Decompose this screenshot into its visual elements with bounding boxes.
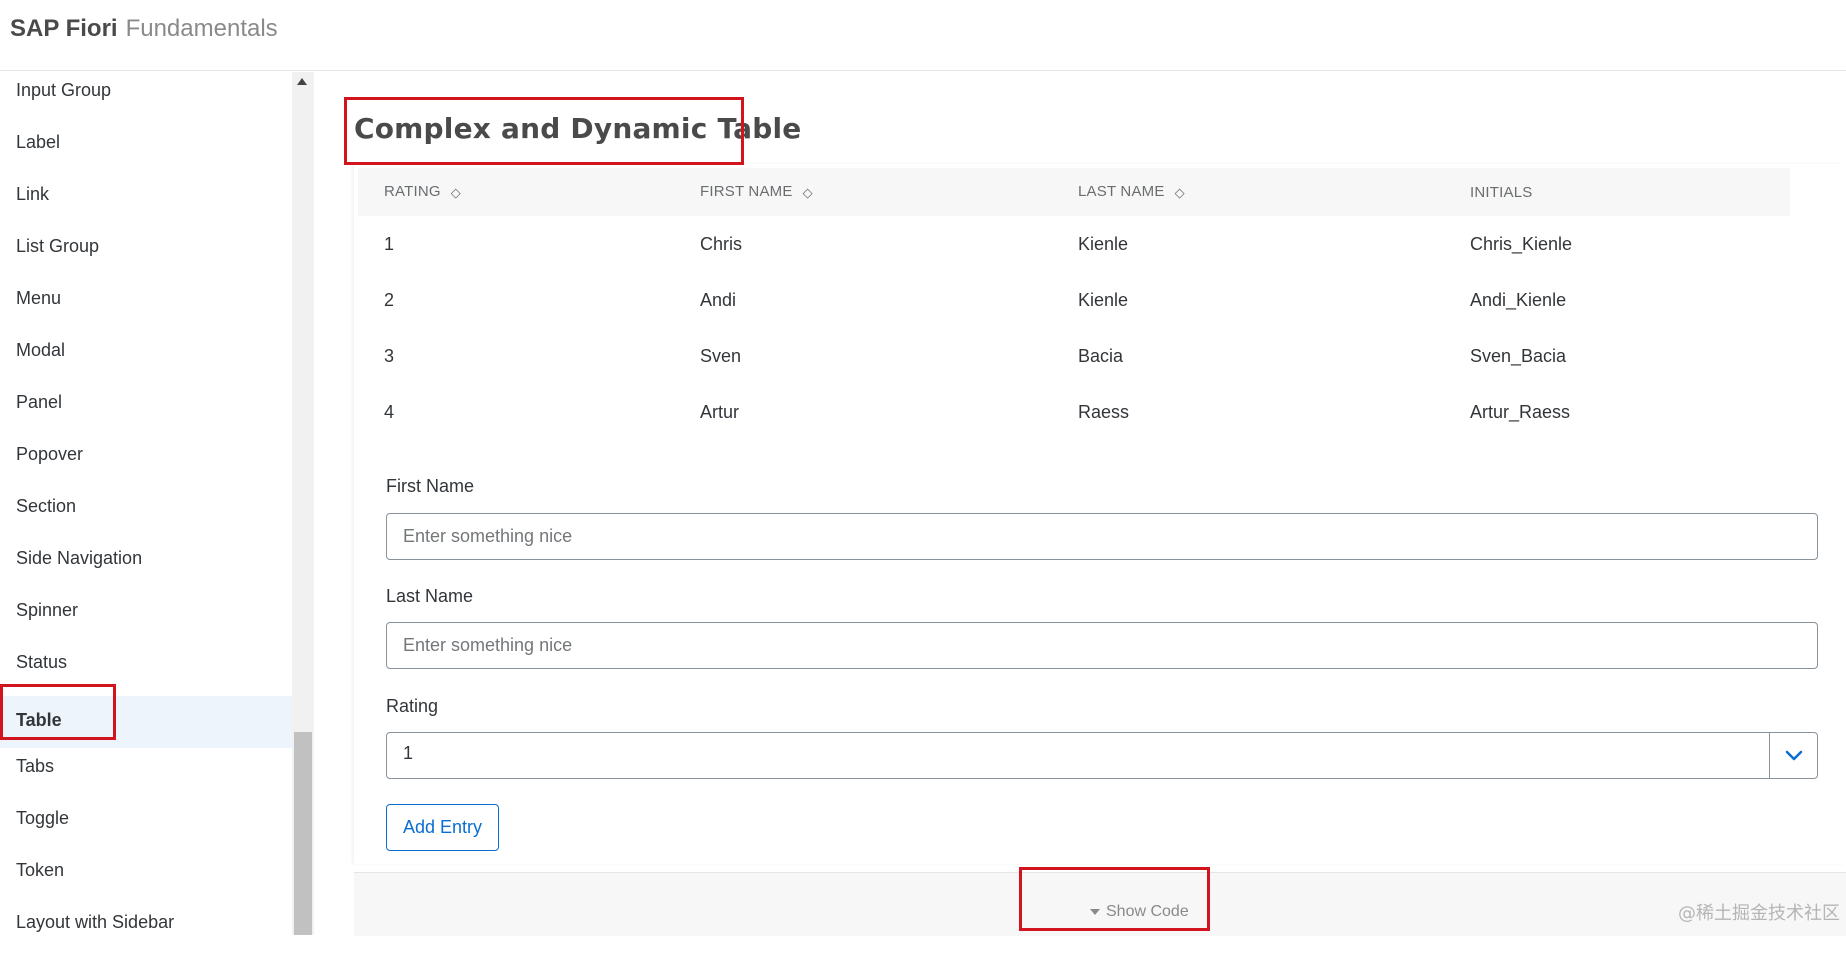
page-title: Complex and Dynamic Table xyxy=(354,112,802,145)
scrollbar-thumb[interactable] xyxy=(294,732,312,935)
scroll-up-arrow-icon[interactable] xyxy=(297,78,307,85)
sidebar-item-label[interactable]: Label xyxy=(0,124,292,176)
brand-name: SAP Fiori xyxy=(10,15,118,42)
code-footer: Show Code xyxy=(354,872,1846,936)
chevron-down-icon xyxy=(1785,750,1803,761)
table-cell-first-name: Chris xyxy=(700,233,743,254)
sort-icon[interactable]: ◇ xyxy=(1175,185,1185,201)
table-row: 4 Artur Raess Artur_Raess xyxy=(358,384,1790,440)
sidebar-item-status[interactable]: Status xyxy=(0,644,292,696)
table-cell-rating: 4 xyxy=(384,401,395,422)
column-header-first-name[interactable]: FIRST NAME ◇ xyxy=(674,168,1052,216)
sidebar-item-spinner[interactable]: Spinner xyxy=(0,592,292,644)
sidebar-item-tabs[interactable]: Tabs xyxy=(0,748,292,800)
last-name-label: Last Name xyxy=(386,586,474,606)
table-row: 3 Sven Bacia Sven_Bacia xyxy=(358,328,1790,384)
table-header-row: RATING ◇ FIRST NAME ◇ LAST NAME ◇ INITIALS xyxy=(358,168,1790,216)
last-name-input[interactable] xyxy=(386,622,1818,669)
sidebar-item-table[interactable]: Table xyxy=(0,696,292,748)
table-cell-rating: 1 xyxy=(384,233,395,254)
sort-icon[interactable]: ◇ xyxy=(451,185,461,201)
table-row: 1 Chris Kienle Chris_Kienle xyxy=(358,216,1790,272)
sidebar: Input Group Label Link List Group Menu M… xyxy=(0,72,292,935)
sidebar-item-panel[interactable]: Panel xyxy=(0,384,292,436)
brand-subtitle: Fundamentals xyxy=(125,15,278,42)
rating-label: Rating xyxy=(386,696,439,716)
table-cell-last-name: Bacia xyxy=(1078,345,1124,366)
show-code-toggle[interactable]: Show Code xyxy=(1090,903,1189,921)
table-cell-rating: 2 xyxy=(384,289,395,310)
sidebar-item-side-navigation[interactable]: Side Navigation xyxy=(0,540,292,592)
caret-down-icon xyxy=(1090,908,1100,915)
table-cell-initials: Andi_Kienle xyxy=(1470,289,1567,310)
sidebar-item-input-group[interactable]: Input Group xyxy=(0,72,292,124)
watermark: @稀土掘金技术社区 xyxy=(1678,903,1840,924)
brand: SAP Fiori Fundamentals xyxy=(10,14,278,44)
rating-dropdown-button[interactable] xyxy=(1769,733,1817,778)
sidebar-item-token[interactable]: Token xyxy=(0,852,292,904)
table-row: 2 Andi Kienle Andi_Kienle xyxy=(358,272,1790,328)
sort-icon[interactable]: ◇ xyxy=(803,185,813,201)
first-name-label: First Name xyxy=(386,476,475,496)
table-cell-first-name: Sven xyxy=(700,345,742,366)
data-table: RATING ◇ FIRST NAME ◇ LAST NAME ◇ INITIALS … xyxy=(358,168,1790,440)
sidebar-item-section[interactable]: Section xyxy=(0,488,292,540)
table-cell-initials: Sven_Bacia xyxy=(1470,345,1567,366)
table-cell-last-name: Raess xyxy=(1078,401,1130,422)
sidebar-item-layout-with-sidebar[interactable]: Layout with Sidebar xyxy=(0,904,292,956)
sidebar-item-list-group[interactable]: List Group xyxy=(0,228,292,280)
sidebar-item-menu[interactable]: Menu xyxy=(0,280,292,332)
table-cell-last-name: Kienle xyxy=(1078,289,1129,310)
column-header-label: LAST NAME xyxy=(1078,183,1165,201)
table-cell-first-name: Andi xyxy=(700,289,737,310)
rating-select-value: 1 xyxy=(403,743,414,763)
table-cell-initials: Artur_Raess xyxy=(1470,401,1571,422)
table-cell-rating: 3 xyxy=(384,345,395,366)
column-header-initials: INITIALS xyxy=(1444,168,1790,216)
show-code-label: Show Code xyxy=(1106,903,1189,920)
sidebar-scrollbar[interactable] xyxy=(292,72,314,935)
sidebar-item-modal[interactable]: Modal xyxy=(0,332,292,384)
table-cell-last-name: Kienle xyxy=(1078,233,1129,254)
table-cell-initials: Chris_Kienle xyxy=(1470,233,1573,254)
sidebar-item-link[interactable]: Link xyxy=(0,176,292,228)
main-content: Complex and Dynamic Table RATING ◇ FIRST … xyxy=(314,72,1846,936)
column-header-label: INITIALS xyxy=(1470,183,1533,201)
sidebar-item-popover[interactable]: Popover xyxy=(0,436,292,488)
column-header-last-name[interactable]: LAST NAME ◇ xyxy=(1052,168,1444,216)
column-header-label: FIRST NAME xyxy=(700,183,793,201)
table-cell-first-name: Artur xyxy=(700,401,740,422)
app-header: SAP Fiori Fundamentals xyxy=(0,0,1846,71)
column-header-rating[interactable]: RATING ◇ xyxy=(358,168,674,216)
add-entry-button[interactable]: Add Entry xyxy=(386,804,500,851)
column-header-label: RATING xyxy=(384,183,441,201)
rating-select[interactable]: 1 xyxy=(386,732,1818,779)
first-name-input[interactable] xyxy=(386,513,1818,560)
sidebar-item-toggle[interactable]: Toggle xyxy=(0,800,292,852)
sidebar-list: Input Group Label Link List Group Menu M… xyxy=(0,72,292,956)
